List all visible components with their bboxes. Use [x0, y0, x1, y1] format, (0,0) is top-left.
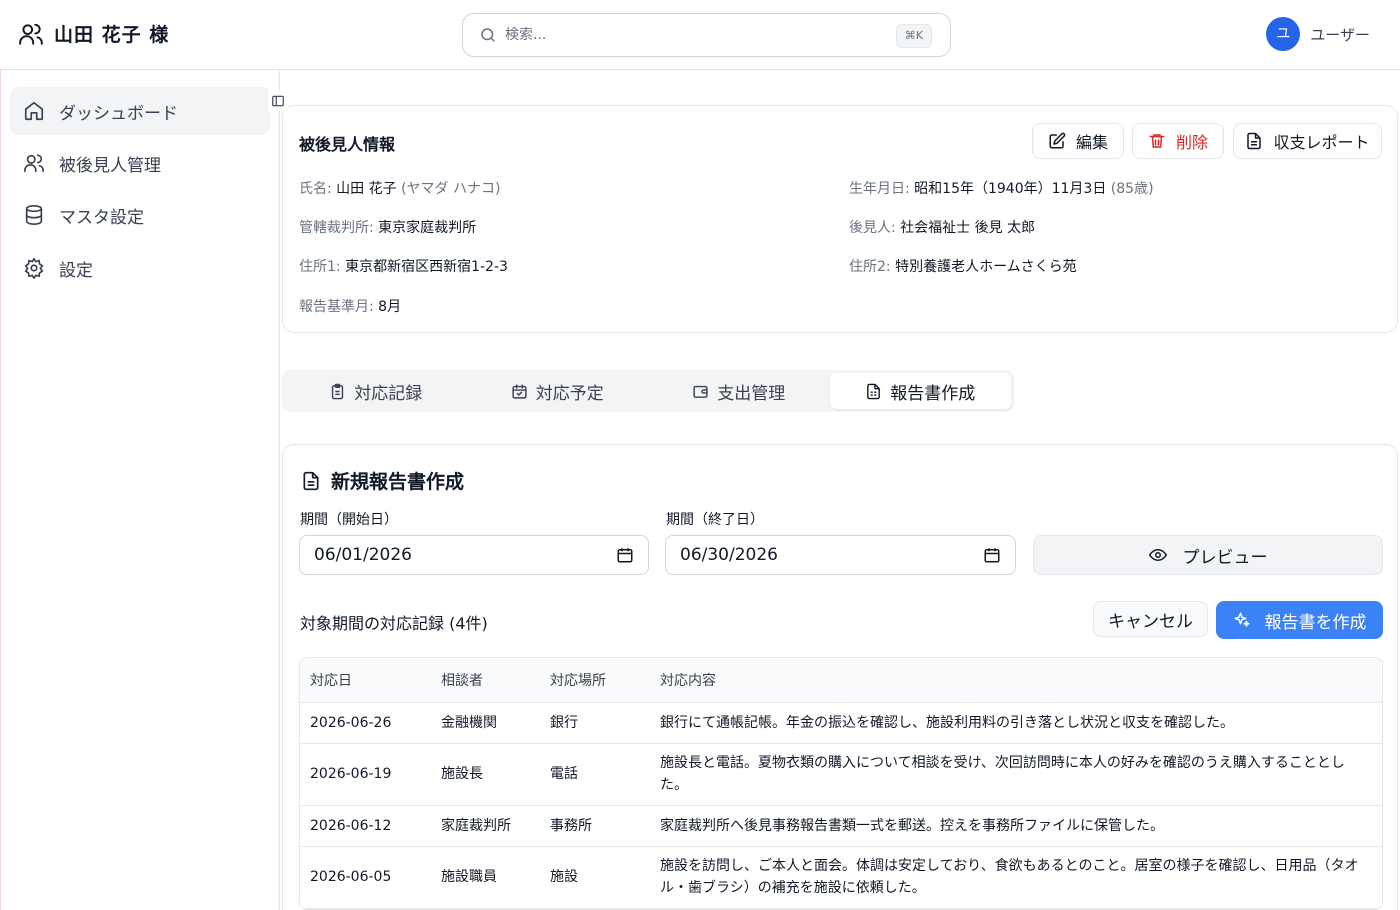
records-table: 対応日 相談者 対応場所 対応内容 2026-06-26 金融機関 銀行 銀行に…	[299, 657, 1383, 910]
edit-button[interactable]: 編集	[1032, 123, 1124, 159]
column-header-place: 対応場所	[540, 658, 650, 703]
report-title: 新規報告書作成	[301, 467, 464, 494]
database-icon	[25, 205, 43, 225]
brand: 山田 花子 様	[18, 20, 169, 47]
avatar[interactable]: ユ	[1266, 17, 1301, 51]
column-header-content: 対応内容	[650, 658, 1382, 703]
address1-field: 住所1: 東京都新宿区西新宿1-2-3	[299, 259, 508, 275]
start-date-input[interactable]: 06/01/2026	[299, 535, 649, 575]
search-icon	[481, 28, 495, 42]
cell-content: 銀行にて通帳記帳。年金の振込を確認し、施設利用料の引き落とし状況と収支を確認した…	[650, 702, 1382, 744]
guardian-field: 後見人: 社会福祉士 後見 太郎	[849, 220, 1036, 236]
cell-person: 家庭裁判所	[431, 805, 540, 847]
calendar-icon[interactable]	[616, 546, 634, 564]
cell-person: 施設職員	[431, 846, 540, 909]
start-date-label: 期間（開始日）	[300, 512, 398, 528]
sidebar-item-dashboard[interactable]: ダッシュボード	[10, 87, 270, 135]
sidebar-item-wards[interactable]: 被後見人管理	[10, 139, 270, 187]
user-menu[interactable]: ユ ユーザー	[1266, 17, 1370, 51]
clipboard-icon	[332, 383, 344, 399]
cell-content: 施設長と電話。夏物衣類の購入について相談を受け、次回訪問時に本人の好みを確認のう…	[650, 743, 1382, 806]
gear-icon	[24, 257, 44, 279]
wallet-icon	[693, 385, 708, 398]
document-icon	[303, 471, 319, 490]
finance-report-label: 収支レポート	[1273, 133, 1370, 152]
preview-button[interactable]: プレビュー	[1033, 535, 1383, 575]
table-row[interactable]: 2026-06-05 施設職員 施設 施設を訪問し、ご本人と面会。体調は安定して…	[300, 846, 1382, 909]
column-header-date: 対応日	[300, 658, 431, 703]
eye-icon	[1148, 548, 1167, 562]
sidebar: ダッシュボード 被後見人管理 マスタ設定 設定	[0, 70, 280, 910]
document-icon	[1247, 132, 1262, 150]
page-title: 山田 花子 様	[54, 24, 170, 46]
cell-date: 2026-06-12	[300, 805, 431, 847]
records-title: 対象期間の対応記録 (4件)	[300, 614, 488, 633]
tab-records[interactable]: 対応記録	[285, 373, 467, 409]
sidebar-toggle-button[interactable]	[268, 91, 288, 111]
new-report-card: 新規報告書作成 期間（開始日） 06/01/2026 期間（終了日） 06/30…	[282, 444, 1398, 910]
cell-person: 施設長	[431, 743, 540, 806]
cell-date: 2026-06-26	[300, 702, 431, 744]
sidebar-item-label: ダッシュボード	[59, 103, 178, 124]
calendar-check-icon	[512, 383, 527, 399]
top-header: 山田 花子 様 ⌘K ユ ユーザー	[0, 0, 1400, 70]
cell-place: 施設	[540, 846, 650, 909]
sidebar-toggle-icon	[272, 95, 284, 107]
ward-info-card: 被後見人情報 編集 削除 収支レポート 氏名: 山田 花子 (ヤマダ ハナコ) …	[282, 105, 1398, 333]
calendar-icon[interactable]	[983, 546, 1001, 564]
search-box[interactable]: ⌘K	[462, 13, 951, 57]
table-row[interactable]: 2026-06-26 金融機関 銀行 銀行にて通帳記帳。年金の振込を確認し、施設…	[300, 702, 1382, 744]
tab-expenses[interactable]: 支出管理	[648, 373, 830, 409]
tab-report[interactable]: 報告書作成	[829, 373, 1011, 409]
users-icon	[19, 23, 43, 45]
sidebar-item-label: マスタ設定	[59, 207, 144, 228]
edit-button-label: 編集	[1075, 133, 1108, 152]
info-card-title: 被後見人情報	[299, 135, 396, 154]
delete-button[interactable]: 削除	[1132, 123, 1224, 159]
end-date-input[interactable]: 06/30/2026	[665, 535, 1016, 575]
court-field: 管轄裁判所: 東京家庭裁判所	[299, 220, 477, 236]
table-row[interactable]: 2026-06-19 施設長 電話 施設長と電話。夏物衣類の購入について相談を受…	[300, 743, 1382, 806]
sparkles-icon	[1234, 612, 1249, 627]
address2-field: 住所2: 特別養護老人ホームさくら苑	[849, 259, 1077, 275]
cell-person: 金融機関	[431, 702, 540, 744]
end-date-label: 期間（終了日）	[666, 512, 764, 528]
cell-date: 2026-06-19	[300, 743, 431, 806]
document-icon	[867, 383, 881, 399]
search-input[interactable]	[505, 27, 934, 43]
user-label: ユーザー	[1310, 25, 1370, 44]
users-icon	[24, 154, 44, 173]
cell-place: 事務所	[540, 805, 650, 847]
cell-date: 2026-06-05	[300, 846, 431, 909]
delete-button-label: 削除	[1175, 133, 1208, 152]
cancel-button[interactable]: キャンセル	[1093, 601, 1208, 637]
cell-content: 施設を訪問し、ご本人と面会。体調は安定しており、食欲もあるとのこと。居室の様子を…	[650, 846, 1382, 909]
name-field: 氏名: 山田 花子 (ヤマダ ハナコ)	[299, 181, 501, 197]
birthdate-field: 生年月日: 昭和15年（1940年）11月3日 (85歳)	[849, 181, 1154, 197]
cell-content: 家庭裁判所へ後見事務報告書類一式を郵送。控えを事務所ファイルに保管した。	[650, 805, 1382, 847]
shortcut-badge: ⌘K	[895, 24, 932, 48]
column-header-person: 相談者	[431, 658, 540, 703]
tab-bar: 対応記録 対応予定 支出管理 報告書作成	[282, 370, 1014, 412]
home-icon	[24, 101, 44, 121]
trash-icon	[1149, 134, 1165, 148]
report-month-field: 報告基準月: 8月	[299, 299, 402, 315]
finance-report-button[interactable]: 収支レポート	[1233, 123, 1382, 159]
create-report-button[interactable]: 報告書を作成	[1216, 601, 1383, 639]
tab-schedule[interactable]: 対応予定	[467, 373, 649, 409]
cell-place: 銀行	[540, 702, 650, 744]
table-row[interactable]: 2026-06-12 家庭裁判所 事務所 家庭裁判所へ後見事務報告書類一式を郵送…	[300, 805, 1382, 847]
sidebar-item-label: 設定	[59, 260, 93, 281]
table-header-row: 対応日 相談者 対応場所 対応内容	[300, 658, 1382, 703]
sidebar-item-master[interactable]: マスタ設定	[10, 191, 270, 239]
cell-place: 電話	[540, 743, 650, 806]
sidebar-item-label: 被後見人管理	[59, 155, 161, 176]
sidebar-item-settings[interactable]: 設定	[10, 244, 270, 292]
edit-icon	[1049, 132, 1066, 149]
